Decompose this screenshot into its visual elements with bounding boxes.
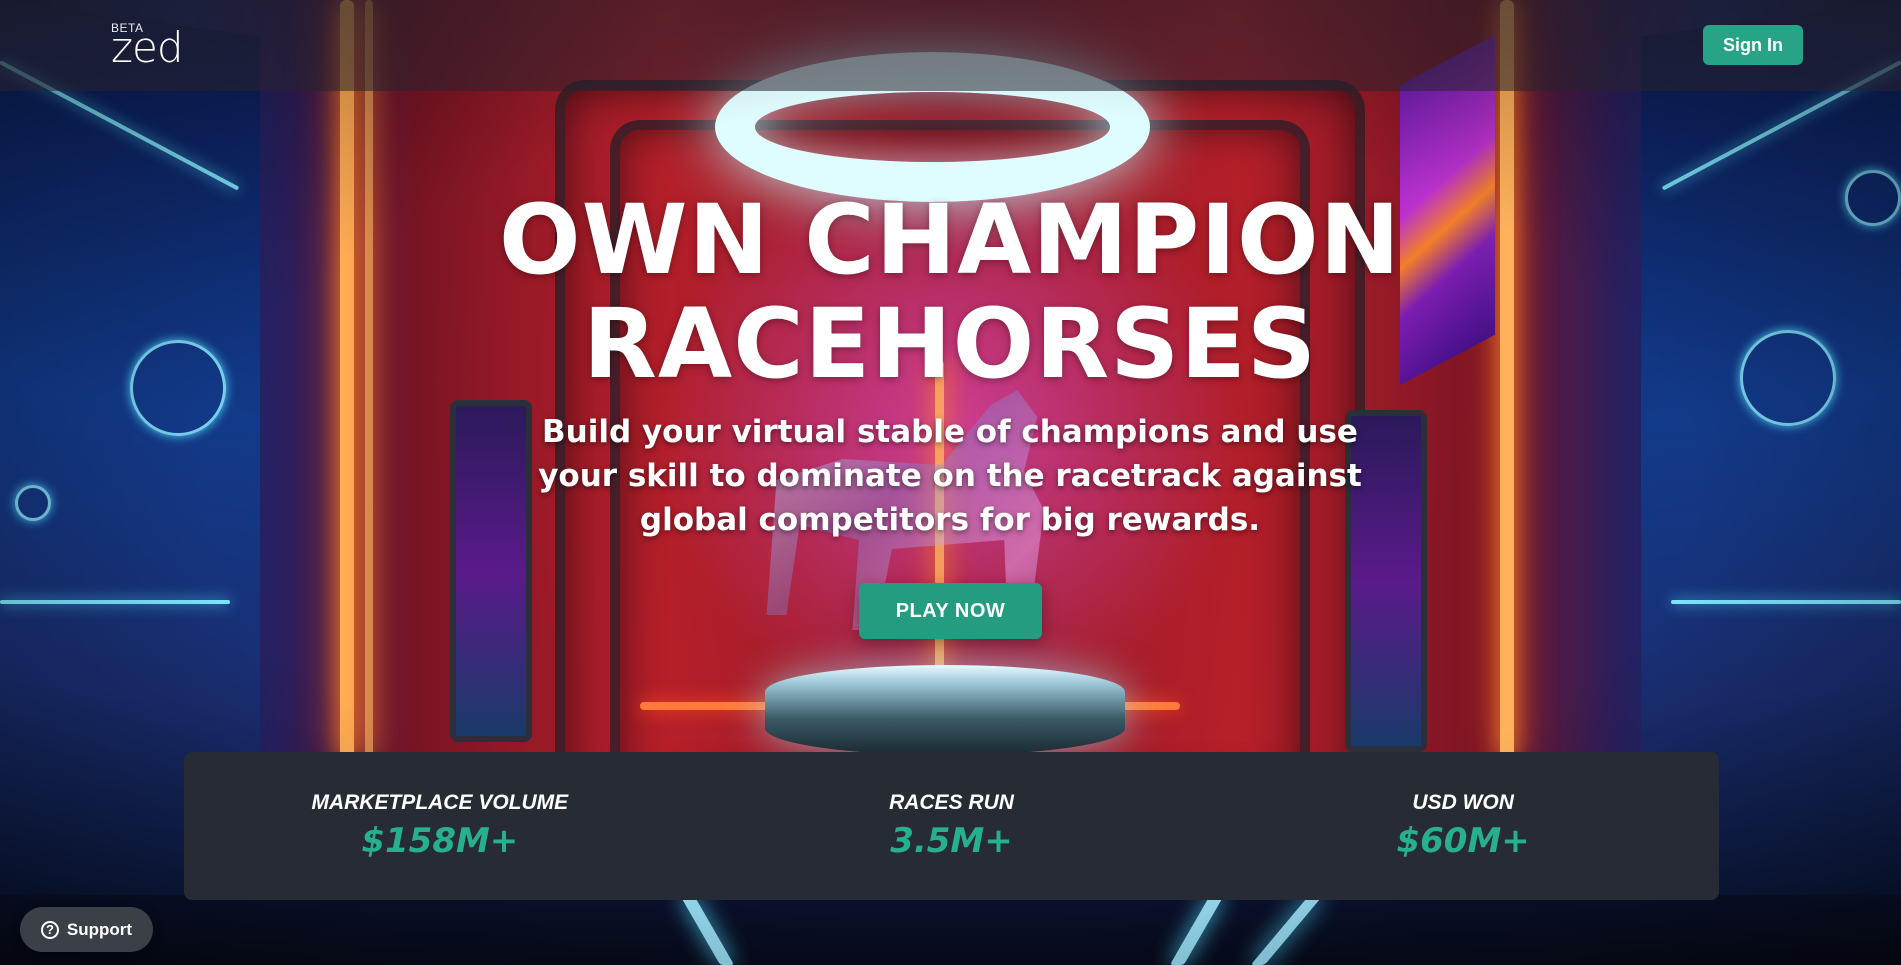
logo-wordmark: zed xyxy=(111,23,184,72)
hero-title: OWN CHAMPION RACEHORSES xyxy=(450,188,1450,396)
stat-value: $158M+ xyxy=(361,821,519,861)
stat-usd-won: USD WON $60M+ xyxy=(1263,791,1663,861)
stats-panel: MARKETPLACE VOLUME $158M+ RACES RUN 3.5M… xyxy=(184,752,1719,900)
stat-label: RACES RUN xyxy=(889,791,1014,814)
play-now-button[interactable]: PLAY NOW xyxy=(859,583,1042,639)
stat-label: MARKETPLACE VOLUME xyxy=(311,791,569,814)
hero-title-line-2: RACEHORSES xyxy=(583,288,1317,400)
support-label: Support xyxy=(66,919,133,939)
support-button[interactable]: ? Support xyxy=(20,907,153,952)
stat-label: USD WON xyxy=(1412,791,1514,814)
stat-races-run: RACES RUN 3.5M+ xyxy=(751,791,1151,861)
zed-logo[interactable]: BETA zed xyxy=(111,21,184,72)
stat-value: $60M+ xyxy=(1396,821,1530,861)
top-nav-bar: BETA zed Sign In xyxy=(0,0,1901,91)
hero-title-line-1: OWN CHAMPION xyxy=(499,184,1401,296)
hero-subtitle: Build your virtual stable of champions a… xyxy=(538,414,1362,538)
stat-value: 3.5M+ xyxy=(890,821,1013,861)
sign-in-button[interactable]: Sign In xyxy=(1703,25,1803,65)
question-circle-icon: ? xyxy=(40,920,59,939)
stat-marketplace-volume: MARKETPLACE VOLUME $158M+ xyxy=(240,791,640,861)
